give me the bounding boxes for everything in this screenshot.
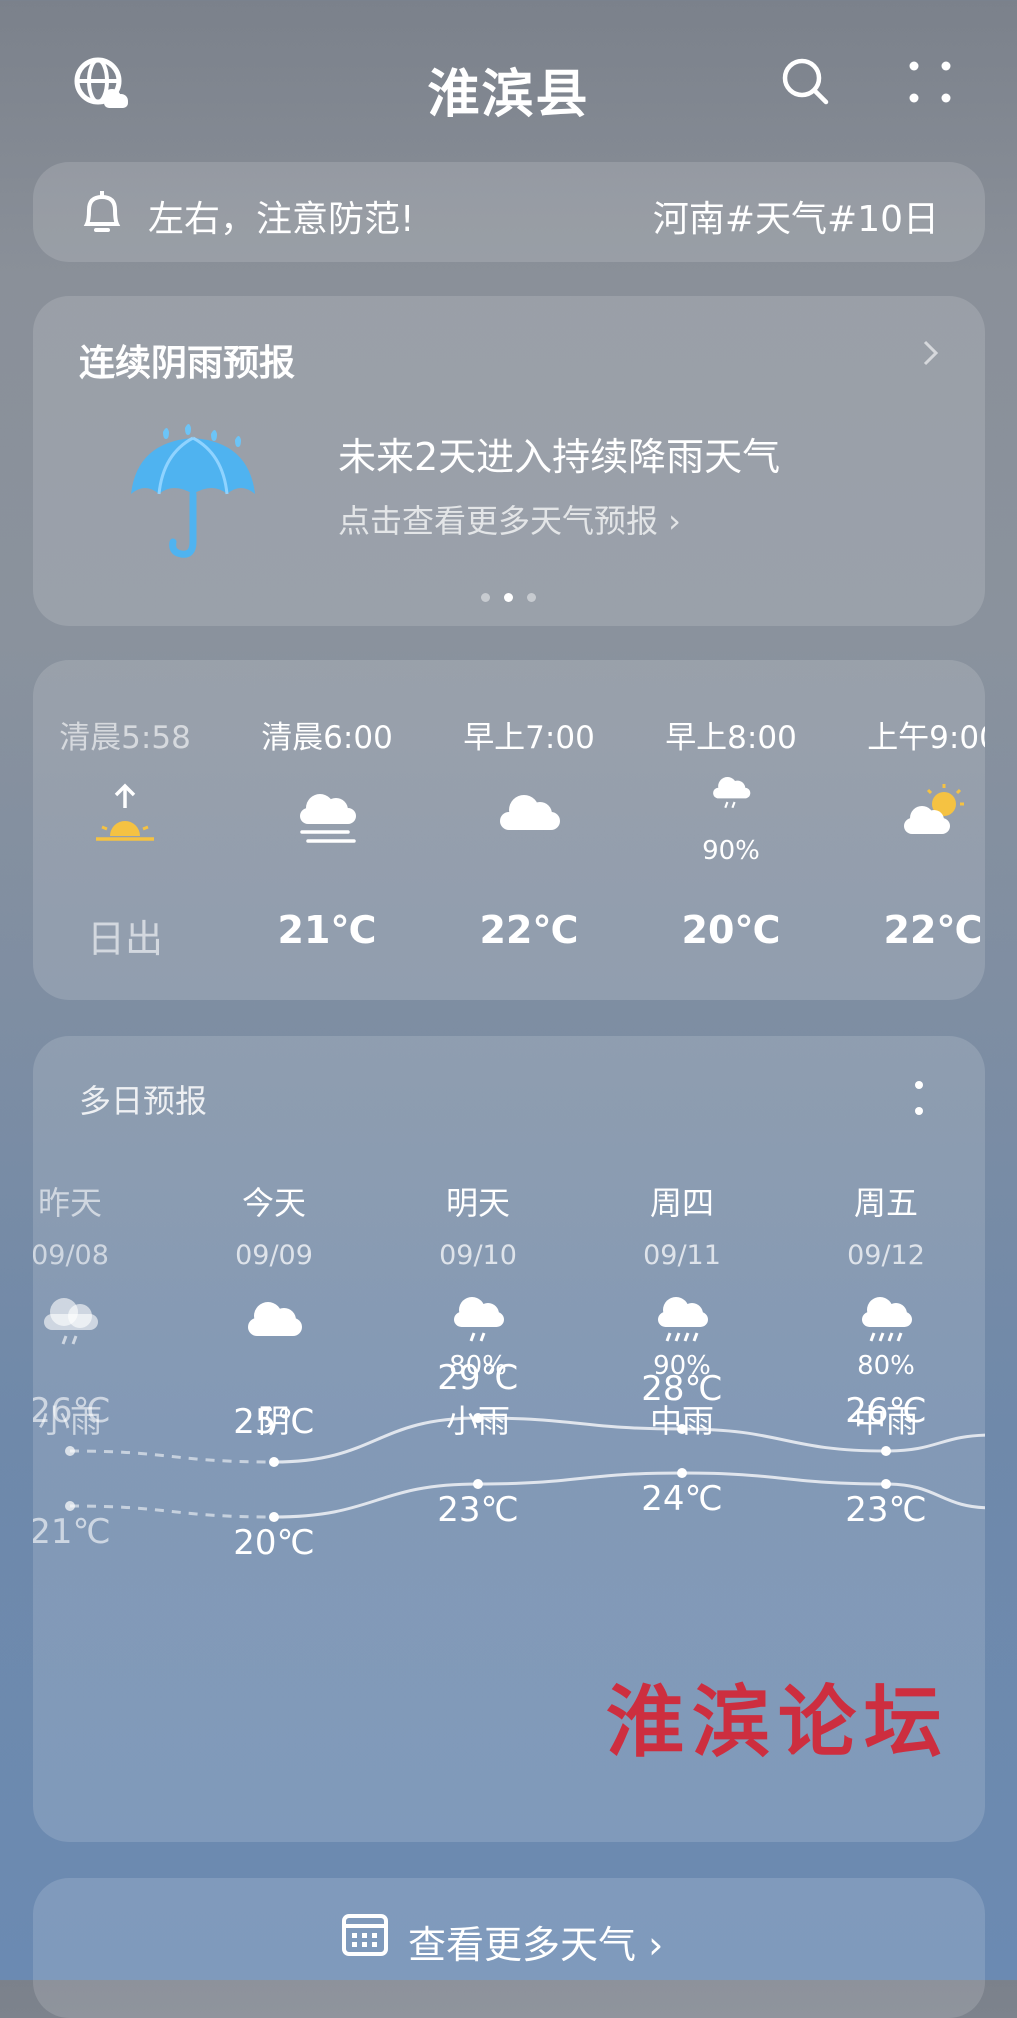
hour-time: 早上7:00 bbox=[463, 720, 595, 756]
rain-forecast-headline: 未来2天进入持续降雨天气 bbox=[338, 435, 781, 479]
hour-item[interactable]: 清晨5:58 日出 bbox=[33, 660, 225, 1000]
high-temp-label: 28℃ bbox=[641, 1369, 723, 1409]
low-temp-label: 21℃ bbox=[33, 1512, 111, 1552]
hour-item[interactable]: 早上7:00 22℃ bbox=[429, 660, 629, 1000]
rain-forecast-card[interactable]: 连续阴雨预报 未来2天进入持续降雨天气 点击查看更多天气预报 › bbox=[33, 296, 985, 626]
high-temp-label: 25℃ bbox=[233, 1402, 315, 1442]
carousel-dot bbox=[481, 593, 490, 602]
high-temp-label: 26℃ bbox=[845, 1391, 927, 1431]
high-temp-point bbox=[677, 1424, 687, 1434]
low-temp-label: 20℃ bbox=[233, 1523, 315, 1563]
carousel-dot bbox=[527, 593, 536, 602]
hour-precip: 90% bbox=[702, 836, 760, 866]
low-temp-point bbox=[65, 1501, 75, 1511]
hour-temp: 21℃ bbox=[277, 908, 377, 952]
forum-watermark: 淮滨论坛 bbox=[606, 1677, 951, 1768]
hour-item[interactable]: 上午9:00 22℃ bbox=[833, 660, 985, 1000]
more-weather-label: 查看更多天气 › bbox=[408, 1923, 664, 1967]
hour-time: 早上8:00 bbox=[665, 720, 797, 756]
rain-cloud-icon bbox=[713, 777, 751, 809]
search-icon[interactable] bbox=[780, 56, 832, 108]
hour-time: 上午9:00 bbox=[867, 720, 985, 756]
cloudy-icon bbox=[500, 795, 560, 830]
high-temp-line-past bbox=[69, 1449, 275, 1464]
hour-temp: 22℃ bbox=[883, 908, 983, 952]
sunrise-icon bbox=[96, 783, 154, 841]
hour-item[interactable]: 清晨6:00 21℃ bbox=[227, 660, 427, 1000]
fog-cloud-icon bbox=[300, 794, 356, 843]
high-temp-point bbox=[881, 1446, 891, 1456]
high-temp-point bbox=[65, 1446, 75, 1456]
high-temp-label: 29℃ bbox=[437, 1358, 519, 1398]
alarm-bell-icon bbox=[83, 191, 121, 232]
hour-temp: 22℃ bbox=[479, 908, 579, 952]
hour-temp: 日出 bbox=[86, 917, 163, 961]
rain-forecast-title: 连续阴雨预报 bbox=[79, 343, 296, 384]
low-temp-point bbox=[473, 1479, 483, 1489]
carousel-dot-active bbox=[504, 593, 513, 602]
partly-cloudy-icon bbox=[904, 784, 964, 834]
page-title: 淮滨县 bbox=[427, 65, 590, 125]
low-temp-point bbox=[677, 1468, 687, 1478]
low-temp-label: 23℃ bbox=[845, 1490, 927, 1530]
high-temp-point bbox=[269, 1457, 279, 1467]
more-weather-button[interactable]: 查看更多天气 › bbox=[33, 1878, 985, 2018]
hour-time: 清晨5:58 bbox=[59, 720, 191, 756]
alert-banner[interactable]: 左右，注意防范! 河南#天气#10日 bbox=[33, 162, 985, 262]
calendar-icon bbox=[342, 1914, 388, 1956]
high-temp-label: 26℃ bbox=[33, 1391, 111, 1431]
hour-time: 清晨6:00 bbox=[261, 720, 393, 756]
hour-temp: 20℃ bbox=[681, 908, 781, 952]
more-grid-icon[interactable] bbox=[908, 60, 952, 104]
umbrella-icon bbox=[131, 424, 255, 558]
chevron-right-icon[interactable] bbox=[921, 338, 941, 368]
low-temp-label: 24℃ bbox=[641, 1479, 723, 1519]
alert-tag[interactable]: 河南#天气#10日 bbox=[653, 190, 939, 242]
hour-item[interactable]: 早上8:00 90% 20℃ bbox=[631, 660, 831, 1000]
low-temp-point bbox=[269, 1512, 279, 1522]
high-temp-point bbox=[473, 1413, 483, 1423]
hourly-forecast-card[interactable]: 清晨5:58 日出 清晨6:00 21℃ 早上7:00 22℃ 早上8:00 9… bbox=[33, 660, 985, 1000]
low-temp-point bbox=[881, 1479, 891, 1489]
rain-forecast-link[interactable]: 点击查看更多天气预报 › bbox=[338, 496, 681, 542]
low-temp-label: 23℃ bbox=[437, 1490, 519, 1530]
alert-text: 左右，注意防范! bbox=[148, 199, 415, 240]
